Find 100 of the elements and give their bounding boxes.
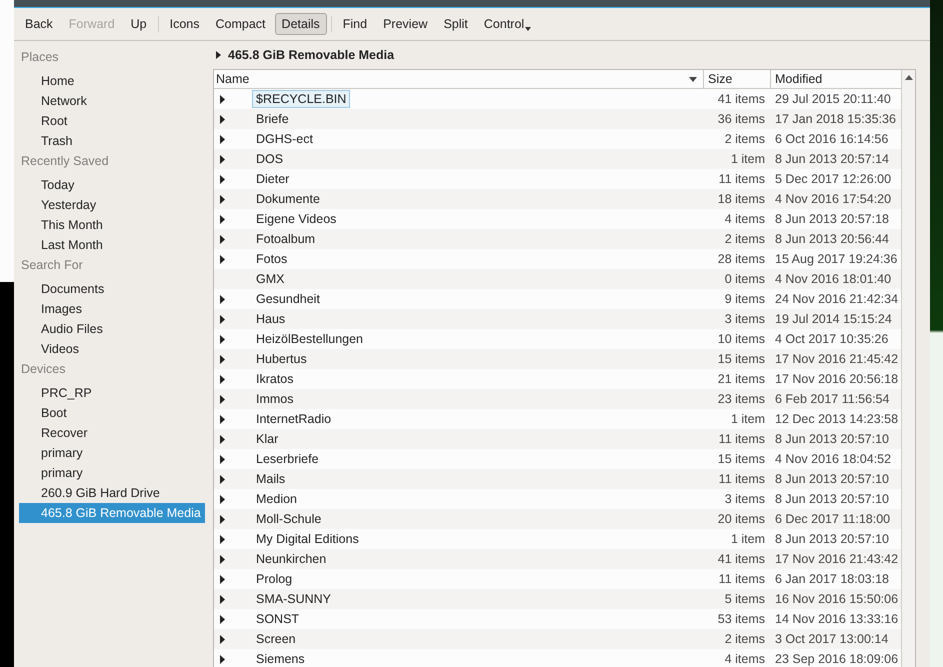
- places-item[interactable]: Recover: [19, 423, 205, 443]
- expand-arrow-icon[interactable]: [220, 334, 225, 344]
- expand-arrow-icon[interactable]: [220, 554, 225, 564]
- file-row[interactable]: My Digital Editions 1 item 8 Jun 2013 20:57:10: [214, 529, 901, 549]
- file-row[interactable]: Siemens 4 items 23 Sep 2016 18:09:06: [214, 649, 901, 667]
- file-row[interactable]: Neunkirchen 41 items 17 Nov 2016 21:43:42: [214, 549, 901, 569]
- scroll-up-arrow-icon[interactable]: [904, 75, 912, 80]
- toolbar-button[interactable]: Compact: [208, 13, 273, 35]
- expand-arrow-icon[interactable]: [220, 134, 225, 144]
- section-heading: Recently Saved: [21, 153, 110, 170]
- expand-arrow-icon[interactable]: [220, 194, 225, 204]
- file-row[interactable]: SONST 53 items 14 Nov 2016 13:33:16: [214, 609, 901, 629]
- places-item[interactable]: PRC_RP: [19, 383, 205, 403]
- file-row[interactable]: Moll-Schule 20 items 6 Dec 2017 11:18:00: [214, 509, 901, 529]
- expand-arrow-icon[interactable]: [220, 294, 225, 304]
- places-item[interactable]: Audio Files: [19, 319, 205, 339]
- expand-arrow-icon[interactable]: [220, 174, 225, 184]
- toolbar-button[interactable]: Find: [336, 13, 374, 35]
- places-item[interactable]: 260.9 GiB Hard Drive: [19, 483, 205, 503]
- toolbar-button[interactable]: Split: [436, 13, 475, 35]
- toolbar-button[interactable]: Preview: [376, 13, 435, 35]
- item-count: 23 items: [716, 392, 766, 406]
- places-item[interactable]: primary: [19, 463, 205, 483]
- expand-arrow-icon[interactable]: [220, 634, 225, 644]
- file-row[interactable]: Dieter 11 items 5 Dec 2017 12:26:00: [214, 169, 901, 189]
- file-row[interactable]: GMX 0 items 4 Nov 2016 18:01:40: [214, 269, 901, 289]
- file-row[interactable]: Klar 11 items 8 Jun 2013 20:57:10: [214, 429, 901, 449]
- modified-date: 17 Nov 2016 21:45:42: [774, 352, 900, 366]
- file-row[interactable]: Briefe 36 items 17 Jan 2018 15:35:36: [214, 109, 901, 129]
- file-row[interactable]: SMA-SUNNY 5 items 16 Nov 2016 15:50:06: [214, 589, 901, 609]
- expand-arrow-icon[interactable]: [220, 114, 225, 124]
- file-row[interactable]: Hubertus 15 items 17 Nov 2016 21:45:42: [214, 349, 901, 369]
- expand-arrow-icon[interactable]: [220, 654, 225, 664]
- file-row[interactable]: DGHS-ect 2 items 6 Oct 2016 16:14:56: [214, 129, 901, 149]
- modified-date: 8 Jun 2013 20:57:10: [774, 472, 890, 486]
- expand-arrow-icon[interactable]: [220, 414, 225, 424]
- expand-arrow-icon[interactable]: [220, 154, 225, 164]
- places-item[interactable]: Images: [19, 299, 205, 319]
- file-row[interactable]: Mails 11 items 8 Jun 2013 20:57:10: [214, 469, 901, 489]
- file-row[interactable]: Ikratos 21 items 17 Nov 2016 20:56:18: [214, 369, 901, 389]
- item-count: 36 items: [716, 112, 766, 126]
- file-row[interactable]: Prolog 11 items 6 Jan 2017 18:03:18: [214, 569, 901, 589]
- column-header[interactable]: Name: [214, 70, 689, 88]
- expand-arrow-icon[interactable]: [220, 514, 225, 524]
- places-item[interactable]: Documents: [19, 279, 205, 299]
- column-header[interactable]: Size: [703, 70, 770, 88]
- scrollbar[interactable]: [901, 70, 915, 667]
- toolbar-button[interactable]: Back: [18, 13, 60, 35]
- places-item[interactable]: Yesterday: [19, 195, 205, 215]
- places-item[interactable]: Network: [19, 91, 205, 111]
- toolbar-button[interactable]: Details: [274, 13, 327, 35]
- file-row[interactable]: Screen 2 items 3 Oct 2017 13:00:14: [214, 629, 901, 649]
- expand-arrow-icon[interactable]: [220, 434, 225, 444]
- file-row[interactable]: HeizölBestellungen 10 items 4 Oct 2017 10:35:26: [214, 329, 901, 349]
- places-item[interactable]: Today: [19, 175, 205, 195]
- file-row[interactable]: Medion 3 items 8 Jun 2013 20:57:10: [214, 489, 901, 509]
- folder-name: SMA-SUNNY: [255, 591, 332, 608]
- item-count: 11 items: [718, 172, 766, 186]
- expand-arrow-icon[interactable]: [220, 454, 225, 464]
- modified-date: 6 Jan 2017 18:03:18: [774, 572, 890, 586]
- file-row[interactable]: DOS 1 item 8 Jun 2013 20:57:14: [214, 149, 901, 169]
- expand-arrow-icon[interactable]: [220, 354, 225, 364]
- file-row[interactable]: InternetRadio 1 item 12 Dec 2013 14:23:58: [214, 409, 901, 429]
- expand-arrow-icon[interactable]: [220, 594, 225, 604]
- control-menu-button[interactable]: Control: [476, 13, 538, 35]
- places-item[interactable]: Last Month: [19, 235, 205, 255]
- file-row[interactable]: $RECYCLE.BIN 41 items 29 Jul 2015 20:11:40: [214, 89, 901, 109]
- file-row[interactable]: Immos 23 items 6 Feb 2017 11:56:54: [214, 389, 901, 409]
- expand-arrow-icon[interactable]: [220, 394, 225, 404]
- file-row[interactable]: Fotoalbum 2 items 8 Jun 2013 20:56:44: [214, 229, 901, 249]
- file-row[interactable]: Dokumente 18 items 4 Nov 2016 17:54:20: [214, 189, 901, 209]
- places-item[interactable]: Root: [19, 111, 205, 131]
- expand-arrow-icon[interactable]: [220, 574, 225, 584]
- file-row[interactable]: Leserbriefe 15 items 4 Nov 2016 18:04:52: [214, 449, 901, 469]
- modified-date: 14 Nov 2016 13:33:16: [774, 612, 900, 626]
- expand-arrow-icon[interactable]: [220, 234, 225, 244]
- expand-arrow-icon[interactable]: [220, 214, 225, 224]
- expand-arrow-icon[interactable]: [220, 614, 225, 624]
- expand-arrow-icon[interactable]: [220, 474, 225, 484]
- file-row[interactable]: Haus 3 items 19 Jul 2014 15:15:24: [214, 309, 901, 329]
- places-item[interactable]: Boot: [19, 403, 205, 423]
- expand-arrow-icon[interactable]: [220, 374, 225, 384]
- places-item[interactable]: Home: [19, 71, 205, 91]
- places-item[interactable]: Trash: [19, 131, 205, 151]
- places-item[interactable]: primary: [19, 443, 205, 463]
- places-item[interactable]: This Month: [19, 215, 205, 235]
- toolbar-button[interactable]: Icons: [162, 13, 207, 35]
- file-row[interactable]: Fotos 28 items 15 Aug 2017 19:24:36: [214, 249, 901, 269]
- file-row[interactable]: Gesundheit 9 items 24 Nov 2016 21:42:34: [214, 289, 901, 309]
- expand-arrow-icon[interactable]: [220, 534, 225, 544]
- toolbar-button[interactable]: Up: [124, 13, 154, 35]
- expand-arrow-icon[interactable]: [220, 254, 225, 264]
- file-row[interactable]: Eigene Videos 4 items 8 Jun 2013 20:57:18: [214, 209, 901, 229]
- expand-arrow-icon[interactable]: [220, 94, 225, 104]
- expand-arrow-icon[interactable]: [220, 314, 225, 324]
- modified-date: 12 Dec 2013 14:23:58: [774, 412, 900, 426]
- folder-name: Klar: [255, 431, 280, 448]
- modified-date: 6 Oct 2016 16:14:56: [774, 132, 890, 146]
- places-item[interactable]: Videos: [19, 339, 205, 359]
- expand-arrow-icon[interactable]: [220, 494, 225, 504]
